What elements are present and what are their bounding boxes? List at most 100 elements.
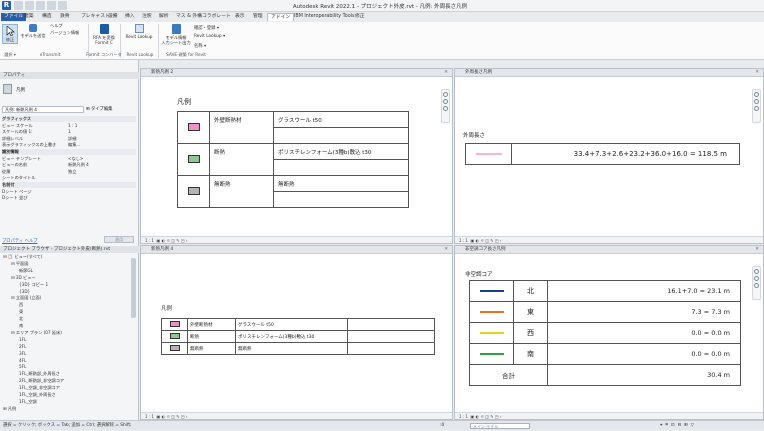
group-select[interactable]: 選択 ▾	[2, 52, 18, 58]
undo-icon[interactable]	[36, 1, 45, 10]
browser-tree-item[interactable]: {3D}	[19, 289, 30, 294]
ribbon-tab-8[interactable]: 解析	[156, 13, 172, 21]
ribbon-tab-5[interactable]: 設備	[105, 13, 121, 21]
instance-selector[interactable]: 凡例: 新熱凡例 4	[2, 106, 84, 113]
close-icon[interactable]: ✕	[444, 69, 448, 77]
rfa-convert-button[interactable]: RFA を変換 Formit C	[90, 24, 118, 45]
browser-tree-item[interactable]: ⊞ 凡例	[3, 406, 16, 411]
revit-lookup-dropdown[interactable]: Revit Lookup ▾	[194, 34, 225, 39]
model-info-sheet-button[interactable]: モデル情報 入力シート出力	[160, 24, 192, 45]
zoom-icon[interactable]	[754, 99, 759, 104]
property-row[interactable]: 詳細レベル 詳細	[2, 136, 136, 142]
browser-tree-item[interactable]: ⊟ 3D ビュー	[11, 275, 36, 280]
ribbon-tab-11[interactable]: 表示	[232, 13, 248, 21]
name-dropdown[interactable]: 名称 ▾	[194, 43, 206, 49]
confirm-register-dropdown[interactable]: 確認・登録 ▾	[194, 25, 219, 31]
browser-tree-item[interactable]: 北	[19, 316, 23, 321]
ribbon-tab-6[interactable]: 挿入	[122, 13, 138, 21]
ribbon-tab-12[interactable]: 管理	[250, 13, 266, 21]
view-tab[interactable]: 新熱凡例 2 ✕	[141, 69, 452, 77]
property-row[interactable]: スケールの値 1: 1	[2, 129, 136, 135]
browser-tree-item[interactable]: 3FL	[19, 351, 26, 356]
ribbon-tab-2[interactable]: 構造	[39, 13, 55, 21]
close-icon[interactable]: ✕	[755, 69, 759, 77]
zoom-icon[interactable]	[443, 99, 448, 104]
view-scale[interactable]: 1 : 1	[459, 414, 468, 419]
view-tab[interactable]: 外周長さ凡例 ✕	[455, 69, 763, 77]
zoom-icon[interactable]	[754, 276, 759, 281]
save-icon[interactable]	[25, 1, 34, 10]
steering-wheel-icon[interactable]	[443, 92, 448, 97]
properties-help-link[interactable]: プロパティ ヘルプ	[2, 238, 37, 244]
property-value[interactable]: <なし>	[68, 156, 83, 162]
property-row[interactable]: グラフィックス	[2, 116, 136, 122]
property-value[interactable]: 1 : 1	[68, 123, 77, 129]
modify-button[interactable]: 修正	[2, 24, 18, 44]
revit-lookup-button[interactable]: Revit Lookup	[122, 24, 156, 39]
browser-tree-item[interactable]: 1FL_空調_外周長さ	[19, 392, 56, 397]
navigation-bar[interactable]	[441, 89, 450, 123]
property-row[interactable]: 従属 独立	[2, 169, 136, 175]
property-value[interactable]: 新熱凡例 4	[68, 162, 89, 168]
browser-tree-item[interactable]: 2FL_断熱部_非空調コア	[19, 378, 64, 383]
browser-tree-item[interactable]: 1FL_空調_非空調コア	[19, 385, 60, 390]
browser-tree-item[interactable]: 2FL	[19, 344, 26, 349]
model-selector[interactable]: メイン モデル	[470, 423, 530, 429]
browser-tree-item[interactable]: ⊟ エリア プラン (07 延床)	[11, 330, 62, 335]
view-tab[interactable]: 新熱凡例 4 ✕	[141, 246, 452, 254]
version-info-button[interactable]: バージョン情報	[50, 30, 80, 35]
browser-tree-item[interactable]: 東	[19, 309, 23, 314]
pan-icon[interactable]	[754, 106, 759, 111]
property-row[interactable]: ビュー テンプレート <なし>	[2, 156, 136, 162]
browser-tree-item[interactable]: ⊟ 平面図	[11, 261, 28, 266]
steering-wheel-icon[interactable]	[754, 92, 759, 97]
open-icon[interactable]	[14, 1, 23, 10]
property-value[interactable]: 詳細	[68, 136, 76, 142]
browser-tree-item[interactable]: 1FL	[19, 337, 26, 342]
navigation-bar[interactable]	[752, 266, 761, 300]
browser-tree-item[interactable]: ⊟ 📋 ビュー(すべて)	[3, 254, 42, 259]
redo-icon[interactable]	[47, 1, 56, 10]
browser-tree-item[interactable]: ⊟ 立面図 (立面)	[11, 295, 41, 300]
browser-tree-item[interactable]: 南	[19, 323, 23, 328]
property-row[interactable]: ビューの名前 新熱凡例 4	[2, 162, 136, 168]
close-icon[interactable]: ✕	[444, 246, 448, 254]
ribbon-tab-15[interactable]: 修正	[352, 13, 368, 21]
pan-icon[interactable]	[443, 106, 448, 111]
browser-tree-item[interactable]: 1FL_空調	[19, 399, 37, 404]
property-row[interactable]: Dシート 並び	[2, 195, 136, 201]
property-row[interactable]: Dシート ページ	[2, 189, 136, 195]
steering-wheel-icon[interactable]	[754, 269, 759, 274]
property-row[interactable]: ビュー スケール 1 : 1	[2, 123, 136, 129]
print-icon[interactable]	[58, 1, 67, 10]
property-row[interactable]: 名前付	[2, 182, 136, 188]
ribbon-tab-7[interactable]: 注釈	[139, 13, 155, 21]
apply-button[interactable]: 適用	[104, 236, 134, 243]
property-row[interactable]: 表示グラフィックスの上書き 編集...	[2, 142, 136, 148]
property-value[interactable]: 独立	[68, 169, 76, 175]
view-tab[interactable]: 非空調コア長さ凡例 ✕	[455, 246, 763, 254]
property-value[interactable]: 編集...	[68, 142, 80, 148]
property-value[interactable]: 1	[68, 129, 71, 135]
browser-tree-item[interactable]: 5FL	[19, 364, 26, 369]
help-button[interactable]: ヘルプ	[50, 23, 76, 28]
navigation-bar[interactable]	[752, 89, 761, 123]
view-scale[interactable]: 1 : 1	[145, 414, 154, 419]
edit-type-button[interactable]: ⊞ タイプ編集	[86, 106, 112, 113]
browser-tree-item[interactable]: {3D} コピー 1	[19, 282, 48, 287]
revit-logo-icon[interactable]: R	[2, 1, 11, 10]
close-icon[interactable]: ✕	[755, 246, 759, 254]
browser-tree-item[interactable]: 西	[19, 302, 23, 307]
browser-tree-item[interactable]: 1FL_断熱部_外周長さ	[19, 371, 60, 376]
pan-icon[interactable]	[754, 283, 759, 288]
view-scale[interactable]: 1 : 1	[145, 238, 154, 243]
browser-tree-item[interactable]: 新節GL	[19, 268, 33, 273]
ribbon-tab-14[interactable]: IBM Interoperability Tools	[291, 13, 357, 21]
ribbon-tab-3[interactable]: 鉄骨	[57, 13, 73, 21]
ribbon-tab-10[interactable]: コラボレート	[199, 13, 234, 21]
view-scale[interactable]: 1 : 1	[459, 238, 468, 243]
browser-scrollbar[interactable]	[131, 258, 136, 318]
browser-tree-item[interactable]: 4FL	[19, 358, 26, 363]
property-row[interactable]: シートのタイトル	[2, 175, 136, 181]
property-row[interactable]: 識別情報	[2, 149, 136, 155]
